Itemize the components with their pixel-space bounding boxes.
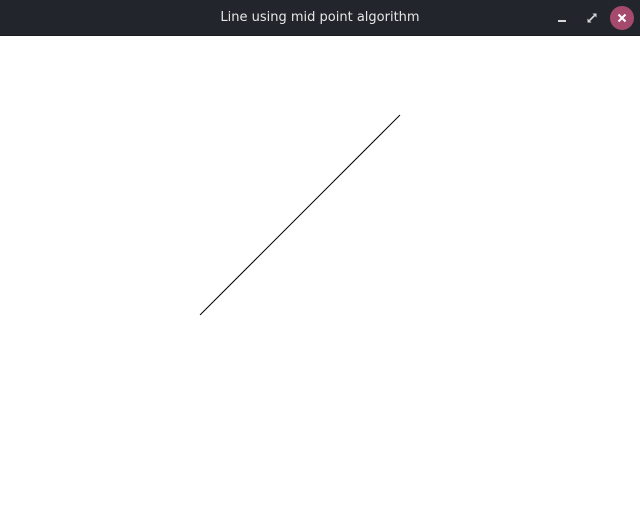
close-button[interactable] (610, 6, 634, 30)
window-title: Line using mid point algorithm (220, 10, 420, 25)
drawing-canvas (0, 36, 640, 516)
close-icon (617, 13, 627, 23)
app-window: Line using mid point algorithm (0, 0, 640, 516)
title-bar[interactable]: Line using mid point algorithm (0, 0, 640, 36)
drawing-surface (199, 114, 401, 316)
maximize-icon (587, 13, 597, 23)
window-controls (550, 6, 634, 30)
drawn-line (199, 114, 401, 316)
maximize-button[interactable] (580, 6, 604, 30)
minimize-icon (558, 20, 566, 22)
minimize-button[interactable] (550, 6, 574, 30)
